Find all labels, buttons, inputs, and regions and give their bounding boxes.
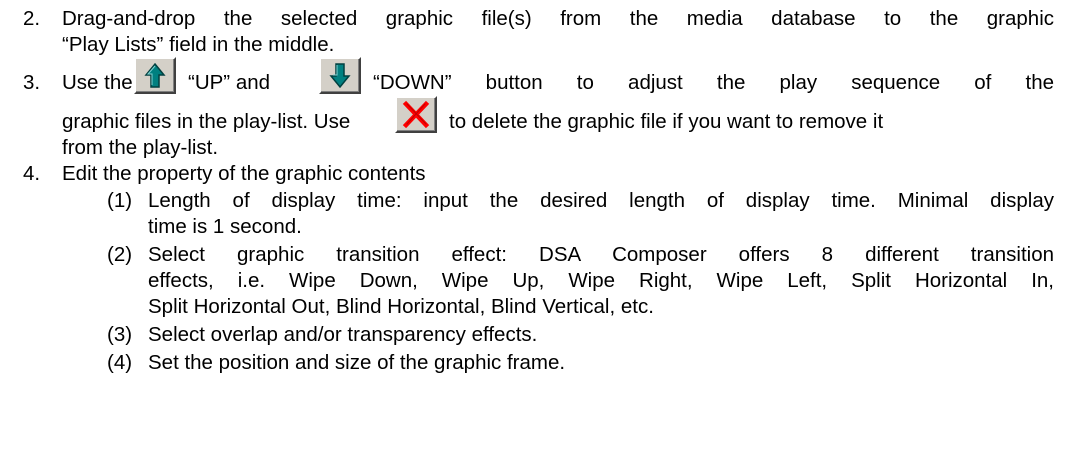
sublist-number-2: (2) — [107, 243, 133, 266]
up-arrow-icon — [134, 57, 176, 94]
list-number-3: 3. — [23, 71, 41, 94]
sub2-line2: effects, i.e. Wipe Down, Wipe Up, Wipe R… — [148, 269, 1054, 293]
item3-use-the: Use the — [62, 71, 133, 94]
sub1-line1-text: Length of display time: input the desire… — [148, 189, 1054, 212]
item3-down-text: “DOWN” button to adjust the play sequenc… — [373, 71, 1054, 94]
down-arrow-icon — [319, 57, 361, 94]
item4-line1: Edit the property of the graphic content… — [62, 162, 426, 185]
sublist-number-4: (4) — [107, 351, 133, 374]
item3-up-text: “UP” and — [188, 71, 271, 94]
item3-line2-end: to delete the graphic file if you want t… — [449, 110, 884, 133]
delete-x-icon — [395, 96, 437, 133]
sub1-line1: Length of display time: input the desire… — [148, 189, 1054, 213]
sub3-line1: Select overlap and/or transparency effec… — [148, 323, 538, 346]
sublist-number-1: (1) — [107, 189, 133, 212]
list-number-2: 2. — [23, 7, 41, 30]
item3-line2-start: graphic files in the play-list. Use — [62, 110, 351, 133]
sub2-line1: Select graphic transition effect: DSA Co… — [148, 243, 1054, 267]
document-page: 2. Drag-and-drop the selected graphic fi… — [0, 0, 1075, 458]
item3-down-line: “DOWN” button to adjust the play sequenc… — [373, 71, 1054, 95]
item2-line1: Drag-and-drop the selected graphic file(… — [62, 7, 1054, 31]
item3-line3: from the play-list. — [62, 136, 219, 159]
sub2-line3: Split Horizontal Out, Blind Horizontal, … — [148, 295, 654, 318]
sub4-line1: Set the position and size of the graphic… — [148, 351, 566, 374]
list-number-4: 4. — [23, 162, 41, 185]
sub2-line2-text: effects, i.e. Wipe Down, Wipe Up, Wipe R… — [148, 269, 1054, 292]
sub2-line1-text: Select graphic transition effect: DSA Co… — [148, 243, 1054, 266]
sub1-line2: time is 1 second. — [148, 215, 302, 238]
item2-line2: “Play Lists” field in the middle. — [62, 33, 335, 56]
item2-line1-text: Drag-and-drop the selected graphic file(… — [62, 7, 1054, 30]
sublist-number-3: (3) — [107, 323, 133, 346]
